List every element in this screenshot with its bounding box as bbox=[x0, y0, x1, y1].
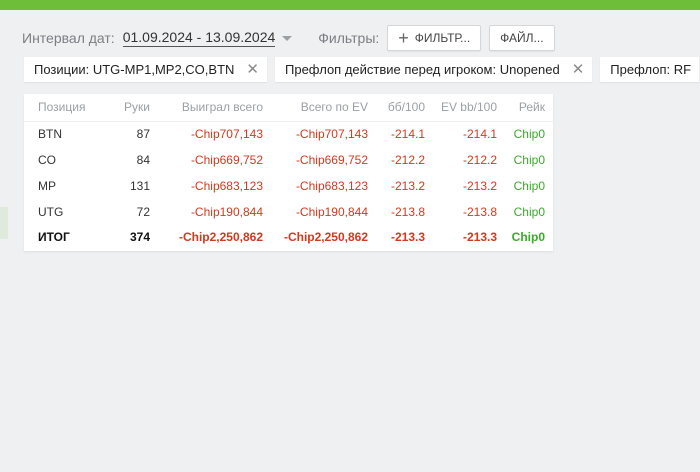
cell-ev: -Chip707,143 bbox=[295, 127, 368, 142]
date-interval-label: Интервал дат: bbox=[22, 30, 115, 46]
top-accent-bar bbox=[0, 0, 700, 10]
cell-ev-bb100: -214.1 bbox=[462, 127, 497, 142]
column-header-rake[interactable]: Рейк bbox=[505, 94, 553, 121]
table-total-row: ИТОГ 374 -Chip2,250,862 -Chip2,250,862 -… bbox=[24, 225, 553, 249]
cell-ev-bb100: -213.8 bbox=[462, 205, 497, 219]
cell-bb100: -213.8 bbox=[390, 205, 425, 219]
filters-label: Фильтры: bbox=[318, 30, 380, 46]
cell-won: -Chip707,143 bbox=[190, 127, 263, 142]
cell-hands: 87 bbox=[136, 127, 150, 142]
file-button-label: ФАЙЛ... bbox=[500, 31, 544, 45]
column-header-ev-total[interactable]: Всего по EV bbox=[271, 94, 376, 121]
left-sidebar-strip bbox=[0, 10, 8, 472]
cell-position: MP bbox=[38, 179, 56, 193]
column-header-ev-bb100[interactable]: EV bb/100 bbox=[433, 94, 505, 121]
plus-icon: + bbox=[398, 28, 409, 48]
date-range-picker[interactable]: 01.09.2024 - 13.09.2024 bbox=[122, 29, 293, 47]
filter-chip-preflop-action: Префлоп действие перед игроком: Unopened… bbox=[275, 57, 593, 82]
filter-button[interactable]: + ФИЛЬТР... bbox=[387, 25, 482, 51]
cell-hands: 84 bbox=[136, 153, 150, 167]
cell-won: -Chip669,752 bbox=[190, 153, 263, 167]
filter-chip-positions: Позиции: UTG-MP1,MP2,CO,BTN ✕ bbox=[24, 57, 267, 82]
close-icon[interactable]: ✕ bbox=[572, 62, 585, 77]
caret-down-icon[interactable] bbox=[282, 35, 293, 41]
cell-position: CO bbox=[38, 153, 56, 167]
cell-hands: 374 bbox=[129, 230, 150, 244]
column-header-position[interactable]: Позиция bbox=[24, 94, 98, 121]
report-panel: Интервал дат: 01.09.2024 - 13.09.2024 Фи… bbox=[8, 10, 700, 472]
cell-rake: Chip0 bbox=[511, 230, 545, 244]
filter-chip-preflop: Префлоп: RF bbox=[600, 57, 700, 82]
cell-hands: 131 bbox=[129, 179, 150, 193]
date-range-value[interactable]: 01.09.2024 - 13.09.2024 bbox=[122, 29, 276, 47]
cell-position: ИТОГ bbox=[38, 230, 70, 244]
stats-table: Позиция Руки Выиграл всего Всего по EV б… bbox=[24, 94, 553, 249]
column-header-won-total[interactable]: Выиграл всего bbox=[158, 94, 271, 121]
filter-chip-label: Префлоп действие перед игроком: Unopened bbox=[285, 62, 560, 77]
filter-chip-label: Префлоп: RF bbox=[610, 62, 692, 77]
cell-ev: -Chip2,250,862 bbox=[283, 230, 368, 244]
stats-table-card: Позиция Руки Выиграл всего Всего по EV б… bbox=[24, 94, 553, 251]
cell-bb100: -213.2 bbox=[390, 179, 425, 193]
sidebar-selection-mark bbox=[0, 207, 8, 239]
report-toolbar: Интервал дат: 01.09.2024 - 13.09.2024 Фи… bbox=[22, 24, 555, 52]
cell-ev: -Chip669,752 bbox=[295, 153, 368, 167]
cell-ev: -Chip683,123 bbox=[295, 179, 368, 193]
cell-rake: Chip0 bbox=[513, 205, 545, 219]
filter-chip-label: Позиции: UTG-MP1,MP2,CO,BTN bbox=[34, 62, 235, 77]
cell-ev-bb100: -213.3 bbox=[462, 230, 497, 244]
cell-won: -Chip190,844 bbox=[190, 205, 263, 219]
table-row[interactable]: BTN 87 -Chip707,143 -Chip707,143 -214.1 … bbox=[24, 121, 553, 147]
cell-bb100: -214.1 bbox=[390, 127, 425, 142]
cell-ev-bb100: -213.2 bbox=[462, 179, 497, 193]
cell-rake: Chip0 bbox=[513, 153, 545, 167]
file-button[interactable]: ФАЙЛ... bbox=[489, 25, 555, 51]
table-row[interactable]: CO 84 -Chip669,752 -Chip669,752 -212.2 -… bbox=[24, 147, 553, 173]
cell-ev-bb100: -212.2 bbox=[462, 153, 497, 167]
cell-bb100: -213.3 bbox=[390, 230, 425, 244]
cell-position: UTG bbox=[38, 205, 64, 219]
cell-hands: 72 bbox=[136, 205, 150, 219]
cell-won: -Chip683,123 bbox=[190, 179, 263, 193]
cell-position: BTN bbox=[38, 127, 62, 142]
column-header-bb100[interactable]: бб/100 bbox=[376, 94, 433, 121]
cell-rake: Chip0 bbox=[513, 179, 545, 193]
cell-ev: -Chip190,844 bbox=[295, 205, 368, 219]
cell-won: -Chip2,250,862 bbox=[178, 230, 263, 244]
table-header-row: Позиция Руки Выиграл всего Всего по EV б… bbox=[24, 94, 553, 121]
table-row[interactable]: UTG 72 -Chip190,844 -Chip190,844 -213.8 … bbox=[24, 199, 553, 225]
cell-rake: Chip0 bbox=[513, 127, 545, 142]
cell-bb100: -212.2 bbox=[390, 153, 425, 167]
close-icon[interactable]: ✕ bbox=[246, 62, 259, 77]
column-header-hands[interactable]: Руки bbox=[98, 94, 158, 121]
filter-button-label: ФИЛЬТР... bbox=[414, 31, 471, 45]
table-row[interactable]: MP 131 -Chip683,123 -Chip683,123 -213.2 … bbox=[24, 173, 553, 199]
active-filter-chips: Позиции: UTG-MP1,MP2,CO,BTN ✕ Префлоп де… bbox=[24, 57, 700, 82]
